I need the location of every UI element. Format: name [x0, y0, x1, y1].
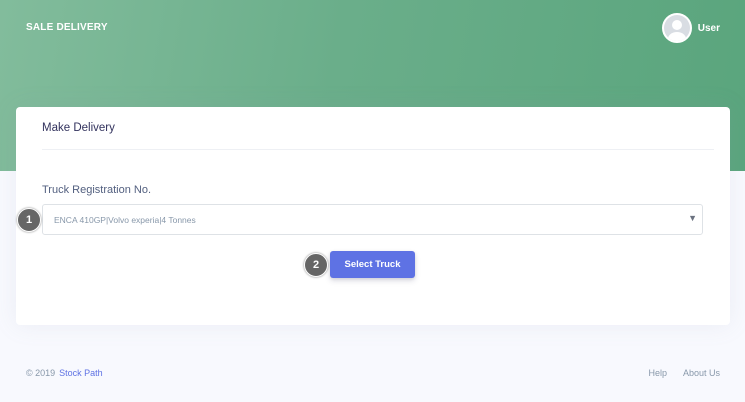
company-link[interactable]: Stock Path [59, 368, 103, 378]
footer-link-help[interactable]: Help [648, 368, 667, 378]
copyright-text: © 2019 [26, 368, 56, 378]
caret-down-icon: ▼ [688, 213, 697, 223]
footer-links: Help About Us [648, 368, 720, 378]
footer-link-about-us[interactable]: About Us [683, 368, 720, 378]
card-title: Make Delivery [42, 122, 115, 134]
card-divider [42, 149, 714, 150]
user-avatar-icon[interactable] [661, 13, 692, 43]
user-menu[interactable]: User [661, 13, 720, 43]
truck-registration-select[interactable]: ENCA 410GP|Volvo experia|4 Tonnes ▼ [42, 204, 703, 235]
step-badge-2: 2 [304, 253, 328, 277]
step-badge-1: 1 [17, 208, 41, 232]
delivery-card: Make Delivery Truck Registration No. ENC… [16, 107, 730, 325]
footer-copyright: © 2019 Stock Path [26, 368, 103, 378]
brand-title[interactable]: SALE DELIVERY [26, 22, 108, 33]
user-name[interactable]: User [698, 23, 720, 34]
truck-registration-value: ENCA 410GP|Volvo experia|4 Tonnes [54, 215, 196, 225]
select-truck-button[interactable]: Select Truck [330, 251, 415, 278]
truck-registration-label: Truck Registration No. [42, 184, 152, 196]
